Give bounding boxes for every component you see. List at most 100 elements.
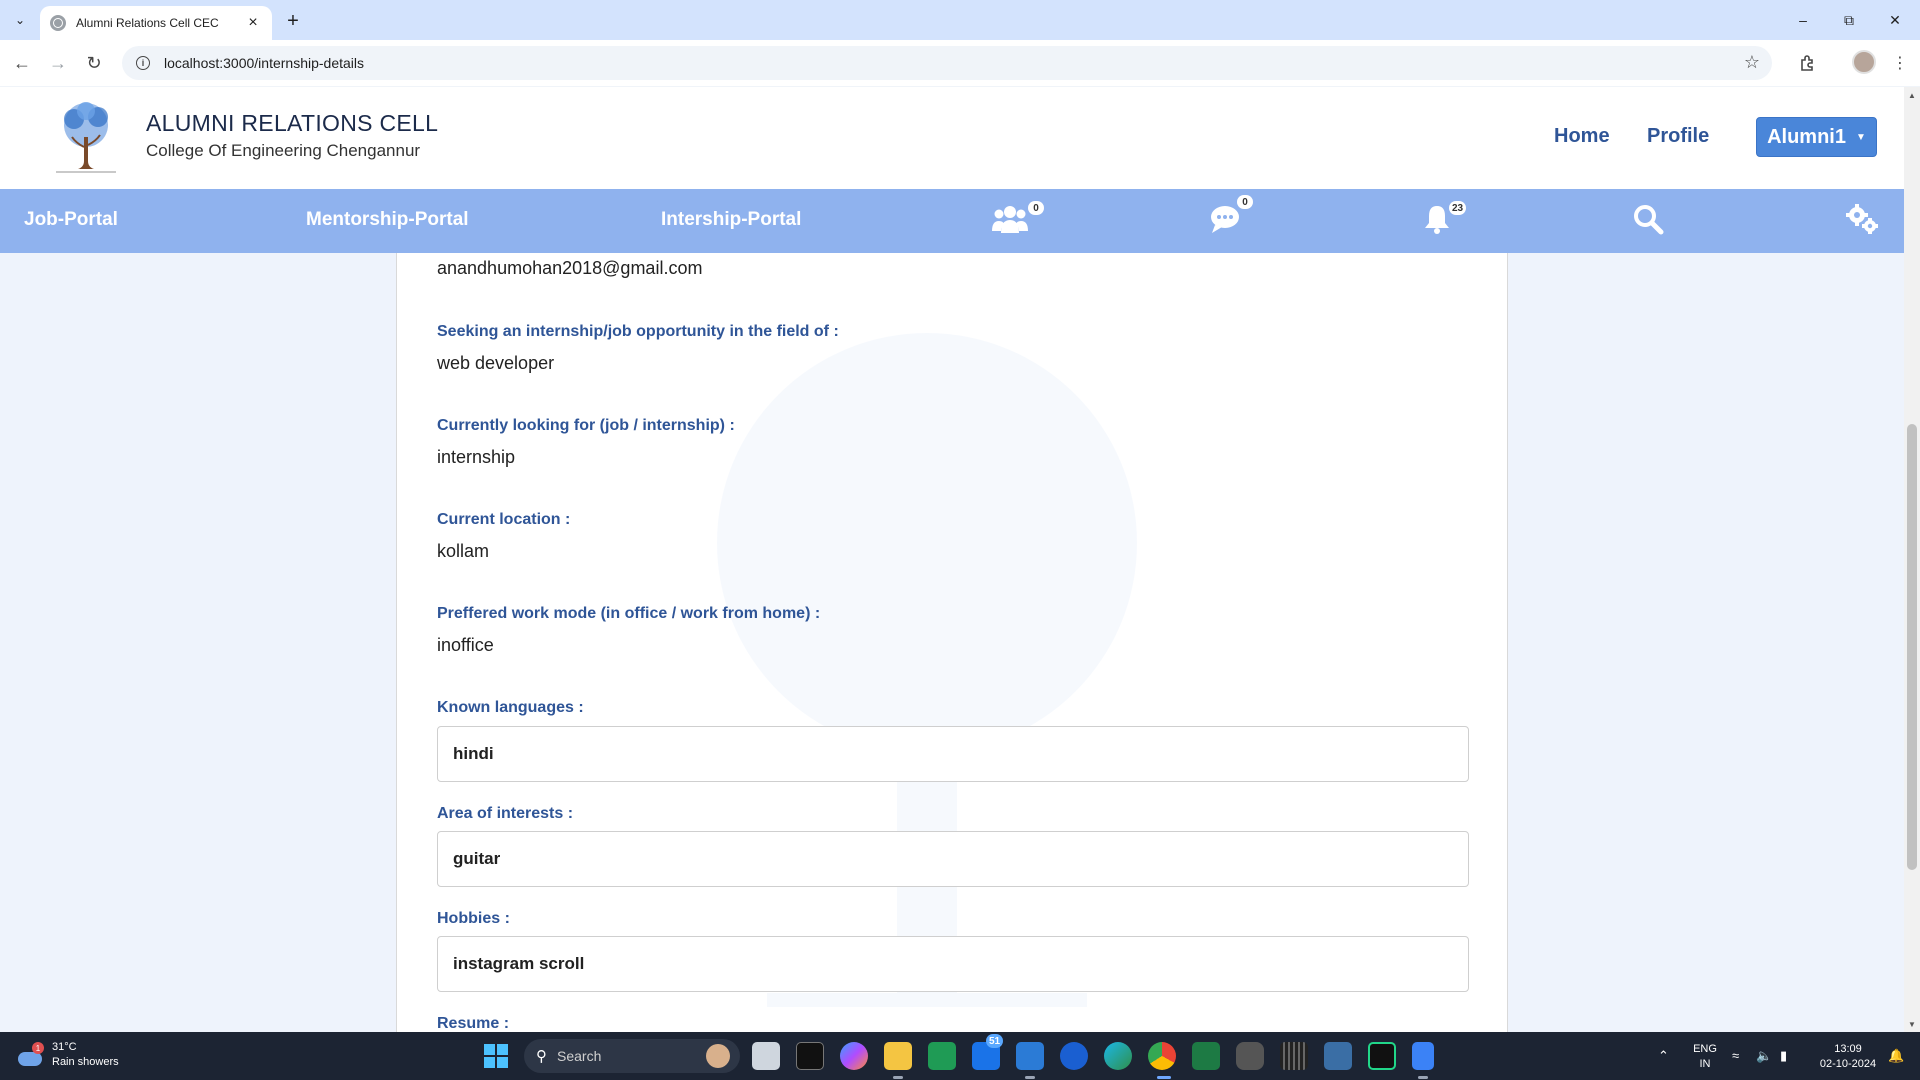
browser-tab-bar: ⌄ Alumni Relations Cell CEC × + – ⧉ ✕ — [0, 0, 1920, 40]
tree-logo-icon — [56, 102, 116, 173]
tab-title: Alumni Relations Cell CEC — [76, 16, 219, 30]
job-portal-link[interactable]: Job-Portal — [24, 209, 118, 231]
hobbies-label: Hobbies : — [437, 910, 510, 927]
user-menu-button[interactable]: Alumni1 ▼ — [1756, 117, 1877, 157]
speaker-muted-icon[interactable]: 🔈 — [1756, 1048, 1772, 1064]
tab-search-chevron-icon[interactable]: ⌄ — [8, 8, 32, 32]
language-bottom: IN — [1699, 1058, 1711, 1070]
weather-badge: 1 — [32, 1042, 44, 1054]
copilot-icon[interactable] — [840, 1042, 868, 1070]
area-of-interests-value: guitar — [453, 849, 501, 868]
classroom-icon[interactable] — [928, 1042, 956, 1070]
field-of-interest-value: web developer — [437, 353, 555, 373]
mail-icon[interactable]: 51 — [972, 1034, 1004, 1070]
chat-bubble-icon — [1211, 206, 1239, 233]
work-mode-value: inoffice — [437, 635, 494, 655]
page-viewport: ALUMNI RELATIONS CELL College Of Enginee… — [0, 87, 1920, 1032]
weather-text: Rain showers — [52, 1056, 119, 1068]
temperature-text: 31°C — [52, 1041, 77, 1053]
area-of-interests-label: Area of interests : — [437, 805, 574, 822]
show-hidden-icons-chevron-icon[interactable]: ⌃ — [1658, 1048, 1669, 1064]
home-link[interactable]: Home — [1554, 125, 1610, 148]
profile-link[interactable]: Profile — [1647, 125, 1709, 148]
edge-icon[interactable] — [1104, 1042, 1132, 1070]
connections-button[interactable]: 0 — [992, 201, 1044, 239]
field-of-interest-label: Seeking an internship/job opportunity in… — [437, 323, 839, 340]
notifications-button[interactable]: 23 — [1423, 201, 1479, 239]
url-text: localhost:3000/internship-details — [164, 55, 365, 71]
mail-count-badge: 51 — [986, 1034, 1004, 1048]
page-scrollbar[interactable]: ▲ ▼ — [1904, 87, 1920, 1032]
task-view-icon[interactable] — [752, 1042, 780, 1070]
work-mode-label: Preffered work mode (in office / work fr… — [437, 605, 821, 622]
restore-icon[interactable]: ⧉ — [1826, 0, 1872, 40]
known-languages-value: hindi — [453, 744, 494, 763]
weather-widget[interactable]: 1 31°C Rain showers — [18, 1040, 119, 1070]
browser-tab[interactable]: Alumni Relations Cell CEC × — [40, 6, 272, 40]
windows-start-icon[interactable] — [484, 1044, 508, 1068]
language-indicator[interactable]: ENG IN — [1690, 1042, 1720, 1072]
bookmark-star-icon[interactable]: ☆ — [1744, 52, 1760, 73]
notepad-icon[interactable] — [1412, 1042, 1434, 1070]
messages-count-badge: 0 — [1237, 195, 1253, 209]
caret-down-icon: ▼ — [1856, 131, 1866, 143]
window-close-icon[interactable]: ✕ — [1872, 0, 1918, 40]
browser-menu-icon[interactable]: ⋮ — [1888, 51, 1912, 75]
camera-icon[interactable] — [1236, 1042, 1264, 1070]
clock-date: 02-10-2024 — [1819, 1058, 1877, 1070]
battery-icon[interactable]: ▮ — [1780, 1048, 1787, 1064]
bell-icon — [1425, 206, 1449, 234]
portal-nav-bar: Job-Portal Mentorship-Portal Intership-P… — [0, 189, 1904, 253]
address-bar[interactable]: i localhost:3000/internship-details ☆ — [122, 46, 1772, 80]
resume-label: Resume : — [437, 1015, 510, 1032]
current-location-label: Current location : — [437, 511, 571, 528]
users-group-icon — [992, 206, 1028, 233]
tree-watermark-icon — [717, 333, 1137, 1007]
settings-button[interactable] — [1844, 203, 1880, 239]
wifi-icon[interactable]: ≈ — [1732, 1048, 1739, 1063]
forward-arrow-icon[interactable]: → — [46, 51, 70, 75]
internship-portal-link[interactable]: Intership-Portal — [661, 209, 801, 231]
extensions-puzzle-icon[interactable] — [1796, 51, 1820, 75]
app-icon[interactable] — [1280, 1042, 1308, 1070]
notifications-count-badge: 23 — [1449, 201, 1467, 215]
internship-details-card: anandhumohan2018@gmail.com Seeking an in… — [396, 253, 1508, 1032]
file-explorer-icon[interactable] — [884, 1042, 912, 1070]
reload-icon[interactable]: ↻ — [82, 51, 106, 75]
site-title: ALUMNI RELATIONS CELL — [146, 110, 439, 136]
looking-for-value: internship — [437, 447, 516, 467]
messages-button[interactable]: 0 — [1209, 195, 1259, 239]
chrome-icon[interactable] — [1148, 1042, 1176, 1070]
site-subtitle: College Of Engineering Chengannur — [146, 141, 421, 160]
taskbar-search-box[interactable]: ⚲ Search — [524, 1039, 740, 1073]
back-arrow-icon[interactable]: ← — [10, 51, 34, 75]
clock[interactable]: 13:09 02-10-2024 — [1810, 1042, 1886, 1072]
search-button[interactable] — [1632, 203, 1664, 239]
search-highlight-image — [706, 1044, 730, 1068]
globe-icon — [50, 15, 66, 31]
snipping-tool-icon[interactable] — [1324, 1042, 1352, 1070]
language-top: ENG — [1693, 1043, 1717, 1055]
mentorship-portal-link[interactable]: Mentorship-Portal — [306, 209, 469, 231]
close-icon[interactable]: × — [244, 14, 262, 32]
excel-icon[interactable] — [1192, 1042, 1220, 1070]
profile-avatar[interactable] — [1852, 50, 1876, 74]
hobbies-value: instagram scroll — [453, 954, 585, 973]
site-info-icon[interactable]: i — [136, 56, 150, 70]
vscode-icon[interactable] — [1016, 1042, 1044, 1070]
scroll-up-arrow-icon[interactable]: ▲ — [1904, 87, 1920, 103]
hobbies-box: instagram scroll — [437, 936, 1469, 992]
site-header: ALUMNI RELATIONS CELL College Of Enginee… — [0, 87, 1904, 189]
terminal-icon[interactable] — [796, 1042, 824, 1070]
email-value: anandhumohan2018@gmail.com — [437, 258, 703, 278]
known-languages-label: Known languages : — [437, 699, 584, 716]
new-tab-plus-icon[interactable]: + — [280, 8, 306, 34]
browser-toolbar: ← → ↻ i localhost:3000/internship-detail… — [0, 40, 1920, 86]
scroll-down-arrow-icon[interactable]: ▼ — [1904, 1016, 1920, 1032]
scrollbar-thumb[interactable] — [1907, 424, 1917, 870]
pycharm-icon[interactable] — [1368, 1042, 1396, 1070]
store-icon[interactable] — [1060, 1042, 1088, 1070]
notification-bell-icon[interactable]: 🔔 — [1888, 1048, 1904, 1064]
minimize-icon[interactable]: – — [1780, 0, 1826, 40]
connections-count-badge: 0 — [1028, 201, 1044, 215]
